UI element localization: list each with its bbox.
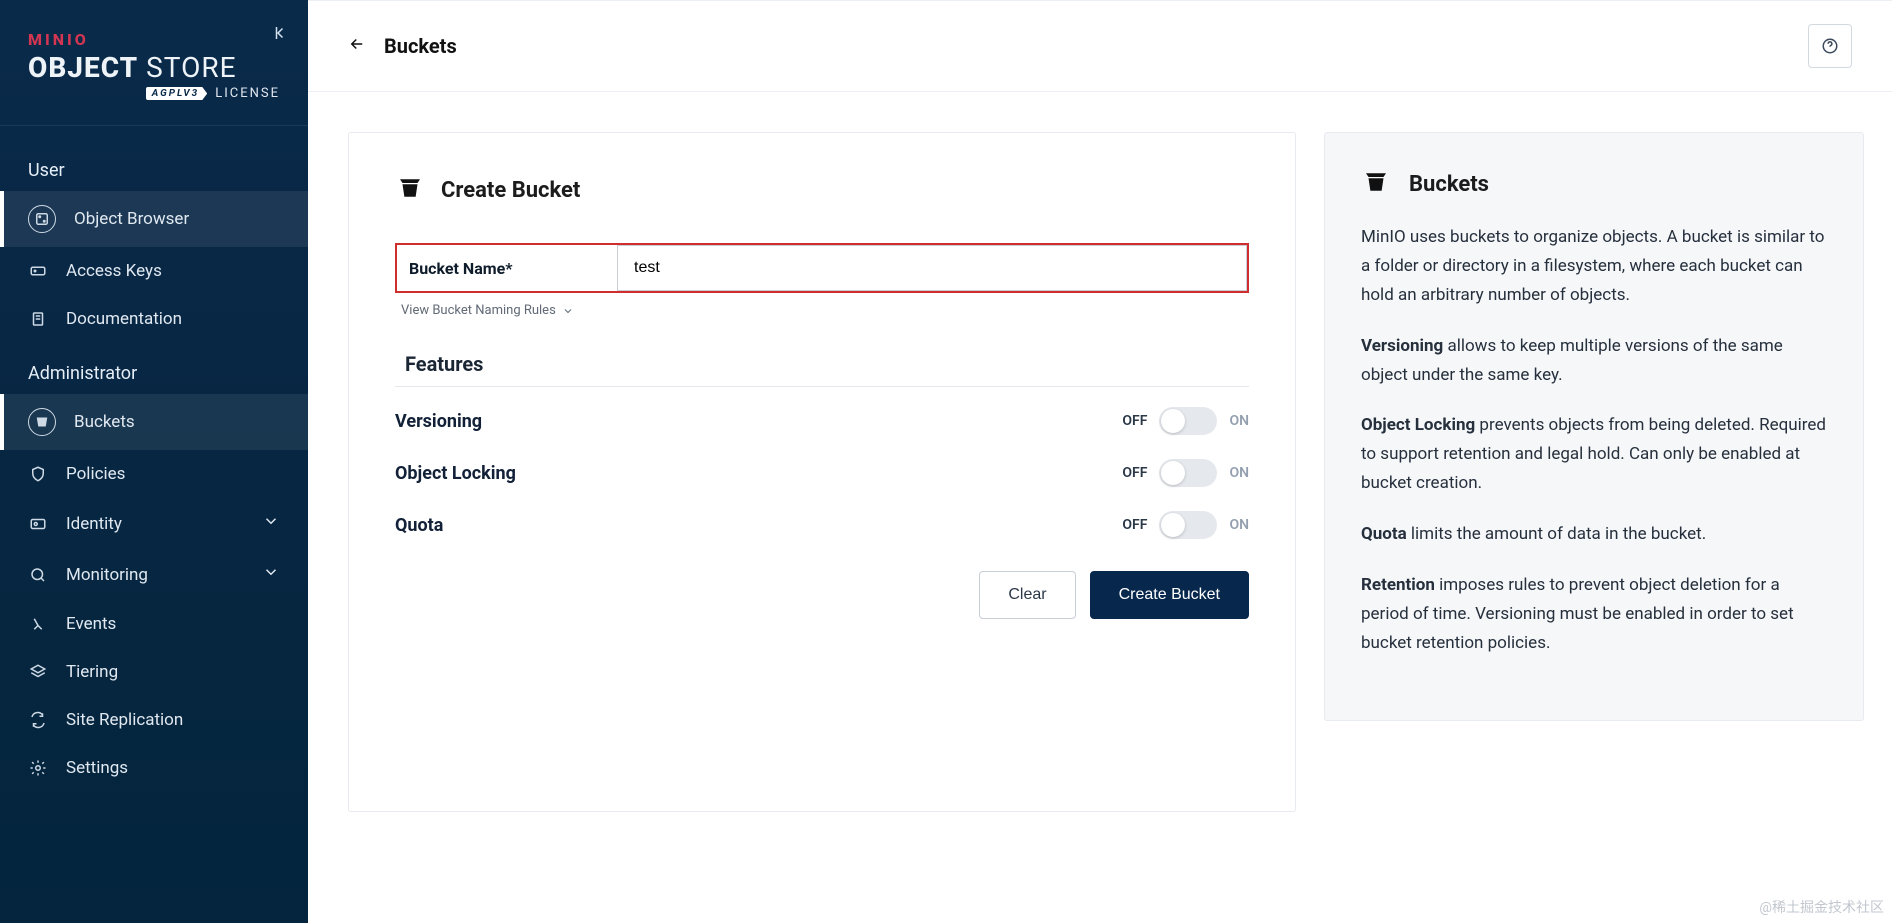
bucket-icon — [28, 408, 56, 436]
logo-minio: MINIO — [28, 30, 280, 49]
info-retention: Retention imposes rules to prevent objec… — [1361, 571, 1827, 658]
chevron-down-icon — [262, 512, 280, 535]
sidebar-item-identity[interactable]: Identity — [0, 498, 308, 549]
sidebar-item-label: Settings — [66, 758, 128, 778]
bucket-name-input[interactable] — [617, 245, 1247, 291]
feature-versioning: Versioning OFF ON — [395, 395, 1249, 447]
form-title: Create Bucket — [441, 178, 580, 203]
doc-icon — [28, 310, 48, 328]
object-browser-icon — [28, 205, 56, 233]
watermark: @稀土掘金技术社区 — [1759, 897, 1884, 917]
create-bucket-form: Create Bucket Bucket Name* View Bucket N… — [348, 132, 1296, 812]
sidebar-item-label: Object Browser — [74, 209, 189, 229]
help-button[interactable] — [1808, 24, 1852, 68]
sidebar-item-object-browser[interactable]: Object Browser — [0, 191, 308, 247]
info-versioning: Versioning allows to keep multiple versi… — [1361, 332, 1827, 390]
info-object-locking: Object Locking prevents objects from bei… — [1361, 411, 1827, 498]
sidebar-item-settings[interactable]: Settings — [0, 744, 308, 792]
logo-object-store: OBJECT STORE — [28, 51, 280, 84]
object-locking-toggle[interactable] — [1159, 459, 1217, 487]
sidebar-item-policies[interactable]: Policies — [0, 450, 308, 498]
toggle-on-label: ON — [1229, 517, 1249, 533]
logo: MINIO OBJECT STORE AGPLV3 LICENSE — [0, 20, 308, 126]
create-bucket-button[interactable]: Create Bucket — [1090, 571, 1249, 619]
key-icon — [28, 262, 48, 280]
sidebar-item-label: Documentation — [66, 309, 182, 329]
info-title: Buckets — [1409, 172, 1489, 197]
sidebar-item-events[interactable]: Events — [0, 600, 308, 648]
sidebar-collapse-button[interactable] — [272, 24, 290, 46]
sidebar-item-label: Events — [66, 614, 116, 634]
feature-label: Object Locking — [395, 463, 516, 484]
chevron-down-icon — [562, 305, 574, 317]
feature-label: Versioning — [395, 411, 482, 432]
identity-icon — [28, 515, 48, 533]
clear-button[interactable]: Clear — [979, 571, 1075, 619]
sidebar-item-label: Access Keys — [66, 261, 162, 281]
sidebar-item-label: Identity — [66, 514, 122, 534]
nav-section-user: User — [0, 140, 308, 191]
view-naming-rules-link[interactable]: View Bucket Naming Rules — [395, 303, 1249, 318]
feature-label: Quota — [395, 515, 443, 536]
sidebar-item-tiering[interactable]: Tiering — [0, 648, 308, 696]
info-intro: MinIO uses buckets to organize objects. … — [1361, 223, 1827, 310]
gear-icon — [28, 759, 48, 777]
sidebar-item-access-keys[interactable]: Access Keys — [0, 247, 308, 295]
layers-icon — [28, 663, 48, 681]
sidebar-item-documentation[interactable]: Documentation — [0, 295, 308, 343]
replication-icon — [28, 711, 48, 729]
logo-license: AGPLV3 LICENSE — [28, 86, 280, 101]
toggle-on-label: ON — [1229, 413, 1249, 429]
features-heading: Features — [405, 352, 1249, 376]
sidebar-item-label: Monitoring — [66, 565, 148, 585]
divider — [395, 386, 1249, 387]
bucket-icon — [395, 173, 425, 207]
versioning-toggle[interactable] — [1159, 407, 1217, 435]
sidebar-item-label: Site Replication — [66, 710, 183, 730]
back-button[interactable] — [348, 35, 366, 57]
info-panel: Buckets MinIO uses buckets to organize o… — [1324, 132, 1864, 721]
quota-toggle[interactable] — [1159, 511, 1217, 539]
info-quota: Quota limits the amount of data in the b… — [1361, 520, 1827, 549]
sidebar-item-label: Buckets — [74, 412, 135, 432]
sidebar-item-label: Policies — [66, 464, 125, 484]
toggle-on-label: ON — [1229, 465, 1249, 481]
bucket-icon — [1361, 167, 1391, 201]
feature-quota: Quota OFF ON — [395, 499, 1249, 551]
sidebar-item-label: Tiering — [66, 662, 118, 682]
toggle-off-label: OFF — [1122, 465, 1147, 481]
toggle-off-label: OFF — [1122, 517, 1147, 533]
bucket-name-label: Bucket Name* — [397, 259, 617, 278]
main: Buckets Create Bucket Bucket Name* — [308, 0, 1892, 923]
sidebar-item-buckets[interactable]: Buckets — [0, 394, 308, 450]
sidebar: MINIO OBJECT STORE AGPLV3 LICENSE User O… — [0, 0, 308, 923]
bucket-name-field: Bucket Name* — [395, 243, 1249, 293]
toggle-off-label: OFF — [1122, 413, 1147, 429]
sidebar-item-site-replication[interactable]: Site Replication — [0, 696, 308, 744]
chevron-down-icon — [262, 563, 280, 586]
topbar: Buckets — [308, 0, 1892, 92]
page-title: Buckets — [384, 34, 457, 58]
sidebar-item-monitoring[interactable]: Monitoring — [0, 549, 308, 600]
feature-object-locking: Object Locking OFF ON — [395, 447, 1249, 499]
nav-section-admin: Administrator — [0, 343, 308, 394]
lambda-icon — [28, 615, 48, 633]
monitoring-icon — [28, 566, 48, 584]
shield-icon — [28, 465, 48, 483]
agpl-badge: AGPLV3 — [146, 87, 208, 100]
